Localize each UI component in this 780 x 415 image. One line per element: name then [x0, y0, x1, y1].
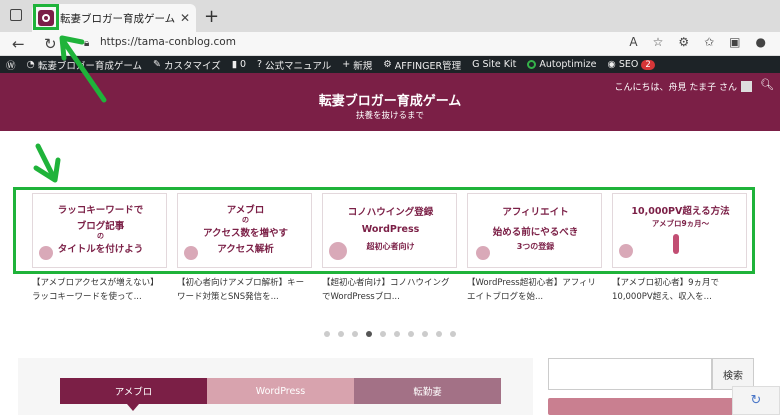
annotation-arrows	[33, 35, 107, 183]
arrow-to-favicon-icon	[61, 39, 107, 103]
